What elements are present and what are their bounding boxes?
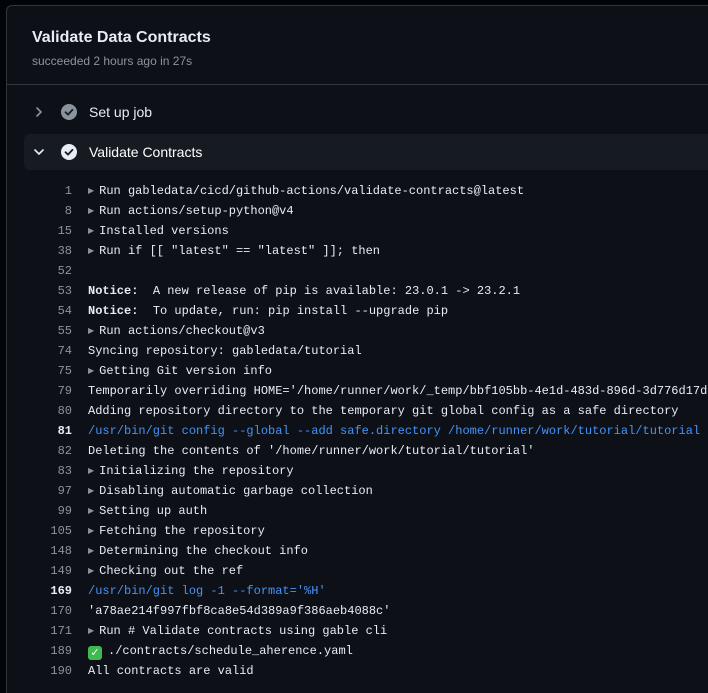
log-notice: Notice: A new release of pip is availabl… bbox=[72, 281, 520, 301]
line-number[interactable]: 105 bbox=[7, 521, 72, 541]
line-number[interactable]: 170 bbox=[7, 601, 72, 621]
step-set-up-job[interactable]: Set up job bbox=[24, 94, 708, 130]
log-line: 53 Notice: A new release of pip is availa… bbox=[7, 281, 708, 301]
log-line[interactable]: 148Determining the checkout info bbox=[7, 541, 708, 561]
log-group-toggle: Installed versions bbox=[72, 221, 229, 241]
log-text: ./contracts/schedule_aherence.yaml bbox=[108, 644, 353, 658]
log-line: 169/usr/bin/git log -1 --format='%H' bbox=[7, 581, 708, 601]
line-number[interactable]: 52 bbox=[7, 261, 72, 281]
line-number[interactable]: 99 bbox=[7, 501, 72, 521]
log-line: 52 bbox=[7, 261, 708, 281]
log-group-toggle: Getting Git version info bbox=[72, 361, 272, 381]
log-command: /usr/bin/git log -1 --format='%H' bbox=[88, 584, 326, 598]
log-line: 54 Notice: To update, run: pip install --… bbox=[7, 301, 708, 321]
log-text: Temporarily overriding HOME='/home/runne… bbox=[88, 384, 708, 398]
log-line[interactable]: 1Run gabledata/cicd/github-actions/valid… bbox=[7, 181, 708, 201]
job-status-subtitle: succeeded 2 hours ago in 27s bbox=[32, 54, 193, 68]
log-group-toggle: Run gabledata/cicd/github-actions/valida… bbox=[72, 181, 524, 201]
log-group-toggle: Run # Validate contracts using gable cli bbox=[72, 621, 387, 641]
line-number[interactable]: 149 bbox=[7, 561, 72, 581]
log-success: ✓ ./contracts/schedule_aherence.yaml bbox=[72, 641, 353, 661]
line-number[interactable]: 79 bbox=[7, 381, 72, 401]
line-number[interactable]: 54 bbox=[7, 301, 72, 321]
log-line: 80 Adding repository directory to the tem… bbox=[7, 401, 708, 421]
log-line[interactable]: 97Disabling automatic garbage collection bbox=[7, 481, 708, 501]
log-text: Syncing repository: gabledata/tutorial bbox=[88, 344, 362, 358]
log-line[interactable]: 75Getting Git version info bbox=[7, 361, 708, 381]
log-group-toggle: Disabling automatic garbage collection bbox=[72, 481, 373, 501]
log-line[interactable]: 8Run actions/setup-python@v4 bbox=[7, 201, 708, 221]
log-group-toggle: Run actions/setup-python@v4 bbox=[72, 201, 293, 221]
log-line[interactable]: 83Initializing the repository bbox=[7, 461, 708, 481]
job-header: Validate Data Contracts succeeded 2 hour… bbox=[7, 6, 708, 85]
line-number[interactable]: 1 bbox=[7, 181, 72, 201]
line-number[interactable]: 8 bbox=[7, 201, 72, 221]
line-number[interactable]: 80 bbox=[7, 401, 72, 421]
step-validate-contracts[interactable]: Validate Contracts bbox=[24, 134, 708, 170]
log-line[interactable]: 171Run # Validate contracts using gable … bbox=[7, 621, 708, 641]
log-group-toggle: Checking out the ref bbox=[72, 561, 243, 581]
log-line: 170 'a78ae214f997fbf8ca8e54d389a9f386aeb4… bbox=[7, 601, 708, 621]
check-circle-icon bbox=[61, 104, 77, 120]
log-line[interactable]: 15Installed versions bbox=[7, 221, 708, 241]
line-number[interactable]: 38 bbox=[7, 241, 72, 261]
log-text: 'a78ae214f997fbf8ca8e54d389a9f386aeb4088… bbox=[88, 604, 391, 618]
line-number[interactable]: 97 bbox=[7, 481, 72, 501]
log-group-toggle: Run if [[ "latest" == "latest" ]]; then bbox=[72, 241, 380, 261]
check-mark-emoji-icon: ✓ bbox=[88, 646, 102, 660]
log-group-toggle: Initializing the repository bbox=[72, 461, 293, 481]
check-circle-icon bbox=[61, 144, 77, 160]
line-number[interactable]: 55 bbox=[7, 321, 72, 341]
log-line: 79 Temporarily overriding HOME='/home/run… bbox=[7, 381, 708, 401]
line-number[interactable]: 53 bbox=[7, 281, 72, 301]
notice-text: A new release of pip is available: 23.0.… bbox=[138, 284, 521, 298]
log-line[interactable]: 99Setting up auth bbox=[7, 501, 708, 521]
log-text: All contracts are valid bbox=[88, 664, 254, 678]
log-line: 74 Syncing repository: gabledata/tutorial bbox=[7, 341, 708, 361]
log-text: Deleting the contents of '/home/runner/w… bbox=[88, 444, 535, 458]
line-number[interactable]: 83 bbox=[7, 461, 72, 481]
log-line: 190 All contracts are valid bbox=[7, 661, 708, 681]
log-line[interactable]: 38Run if [[ "latest" == "latest" ]]; the… bbox=[7, 241, 708, 261]
log-notice: Notice: To update, run: pip install --up… bbox=[72, 301, 448, 321]
chevron-right-icon bbox=[34, 107, 44, 117]
notice-text: To update, run: pip install --upgrade pi… bbox=[138, 304, 449, 318]
line-number[interactable]: 190 bbox=[7, 661, 72, 681]
line-number[interactable]: 81 bbox=[7, 421, 72, 441]
line-number[interactable]: 148 bbox=[7, 541, 72, 561]
log-command: /usr/bin/git config --global --add safe.… bbox=[88, 424, 701, 438]
job-title: Validate Data Contracts bbox=[32, 29, 211, 46]
line-number[interactable]: 15 bbox=[7, 221, 72, 241]
log-group-toggle: Setting up auth bbox=[72, 501, 207, 521]
log-group-toggle: Fetching the repository bbox=[72, 521, 265, 541]
step-label: Set up job bbox=[89, 104, 153, 120]
line-number[interactable]: 189 bbox=[7, 641, 72, 661]
line-number[interactable]: 169 bbox=[7, 581, 72, 601]
line-number[interactable]: 75 bbox=[7, 361, 72, 381]
log-group-toggle: Determining the checkout info bbox=[72, 541, 308, 561]
log-line[interactable]: 149Checking out the ref bbox=[7, 561, 708, 581]
line-number[interactable]: 74 bbox=[7, 341, 72, 361]
log-line: 189 ✓ ./contracts/schedule_aherence.yaml bbox=[7, 641, 708, 661]
log-line: 82 Deleting the contents of '/home/runner… bbox=[7, 441, 708, 461]
log-text: Adding repository directory to the tempo… bbox=[88, 404, 679, 418]
notice-label: Notice: bbox=[88, 284, 139, 298]
job-log-panel: Validate Data Contracts succeeded 2 hour… bbox=[6, 5, 708, 693]
line-number[interactable]: 82 bbox=[7, 441, 72, 461]
log-line[interactable]: 105Fetching the repository bbox=[7, 521, 708, 541]
chevron-down-icon bbox=[34, 147, 44, 157]
notice-label: Notice: bbox=[88, 304, 139, 318]
log-line: 81/usr/bin/git config --global --add saf… bbox=[7, 421, 708, 441]
step-log-output: 1Run gabledata/cicd/github-actions/valid… bbox=[7, 181, 708, 681]
log-line[interactable]: 55Run actions/checkout@v3 bbox=[7, 321, 708, 341]
log-group-toggle: Run actions/checkout@v3 bbox=[72, 321, 265, 341]
line-number[interactable]: 171 bbox=[7, 621, 72, 641]
step-label: Validate Contracts bbox=[89, 144, 203, 160]
